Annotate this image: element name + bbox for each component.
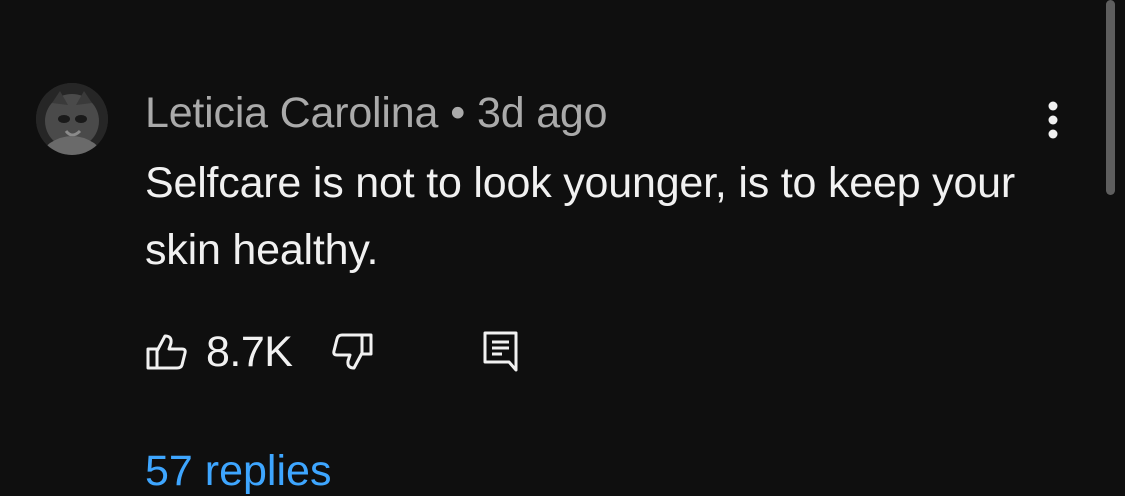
comment-meta: Leticia Carolina • 3d ago — [145, 86, 608, 140]
reply-button[interactable] — [482, 330, 520, 372]
more-options-button[interactable] — [1036, 96, 1070, 144]
avatar-image — [36, 83, 108, 155]
reply-comment-icon — [483, 331, 518, 372]
view-replies-link[interactable]: 57 replies — [145, 447, 331, 496]
avatar[interactable] — [36, 83, 108, 155]
dislike-button[interactable] — [330, 332, 374, 372]
comment-author[interactable]: Leticia Carolina — [145, 89, 438, 138]
comment-time: 3d ago — [477, 88, 608, 137]
like-count: 8.7K — [206, 328, 293, 376]
thumbs-up-icon — [146, 334, 187, 370]
more-vertical-icon — [1048, 101, 1058, 139]
thumbs-down-icon — [332, 333, 373, 370]
like-button[interactable] — [145, 332, 189, 372]
comment-text: Selfcare is not to look younger, is to k… — [145, 159, 1016, 274]
meta-separator: • — [450, 88, 466, 137]
comment-actions: 8.7K — [145, 322, 545, 378]
comment-thread: Leticia Carolina • 3d ago Selfcare is no… — [0, 0, 1125, 495]
scrollbar-thumb[interactable] — [1106, 0, 1115, 195]
